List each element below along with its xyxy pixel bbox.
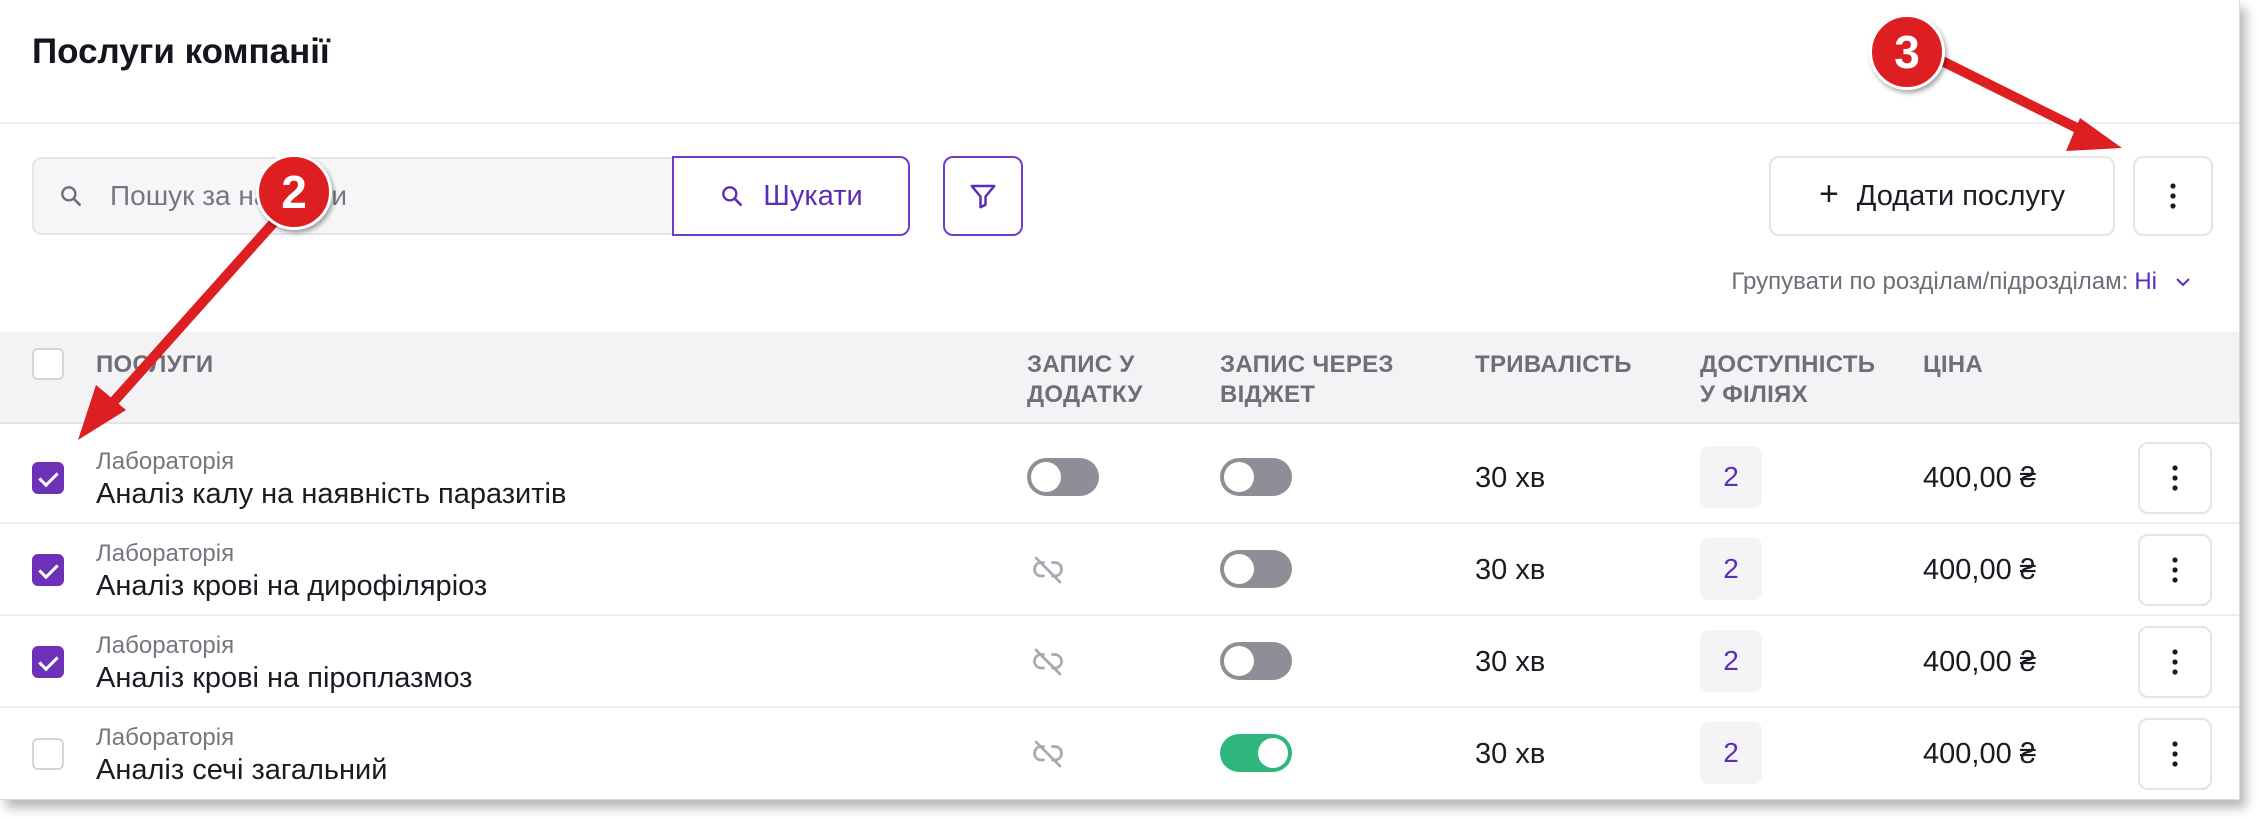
annotation-arrow-3 [1935,55,2090,137]
annotation-arrow-2 [103,205,290,413]
annotation-badge-3: 3 [1869,14,1945,90]
annotation-arrows [78,55,2122,440]
annotation-badge-2: 2 [256,154,332,230]
services-page: Послуги компанії Шукати + Додати послугу… [0,0,2240,800]
